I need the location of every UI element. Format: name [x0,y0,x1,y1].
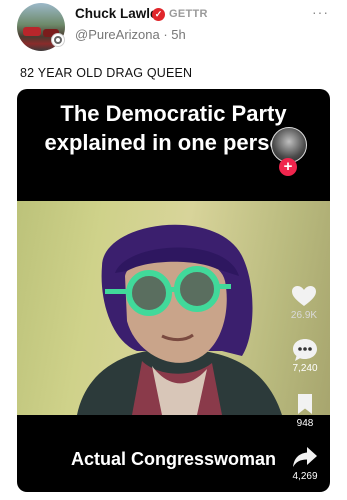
save-count: 948 [296,418,314,429]
avatar-car-shape [23,27,41,36]
gettr-logo-icon [51,33,65,47]
comment-bubble-icon[interactable] [292,338,318,362]
post-text: 82 YEAR OLD DRAG QUEEN [20,66,193,80]
share-count: 4,269 [292,471,318,482]
like-heart-icon[interactable] [291,285,317,307]
platform-badge: GETTR [169,8,208,20]
share-arrow-icon[interactable] [292,446,318,468]
author-handle[interactable]: @PureArizona · 5h [75,27,186,42]
follow-plus-icon[interactable]: + [279,158,297,176]
comment-count: 7,240 [292,363,318,374]
verified-icon: ✓ [152,8,165,21]
bookmark-icon[interactable] [296,393,314,415]
more-options-icon[interactable]: ··· [312,4,329,20]
like-count: 26.9K [290,310,318,321]
author-name[interactable]: Chuck Lawler [75,6,163,21]
